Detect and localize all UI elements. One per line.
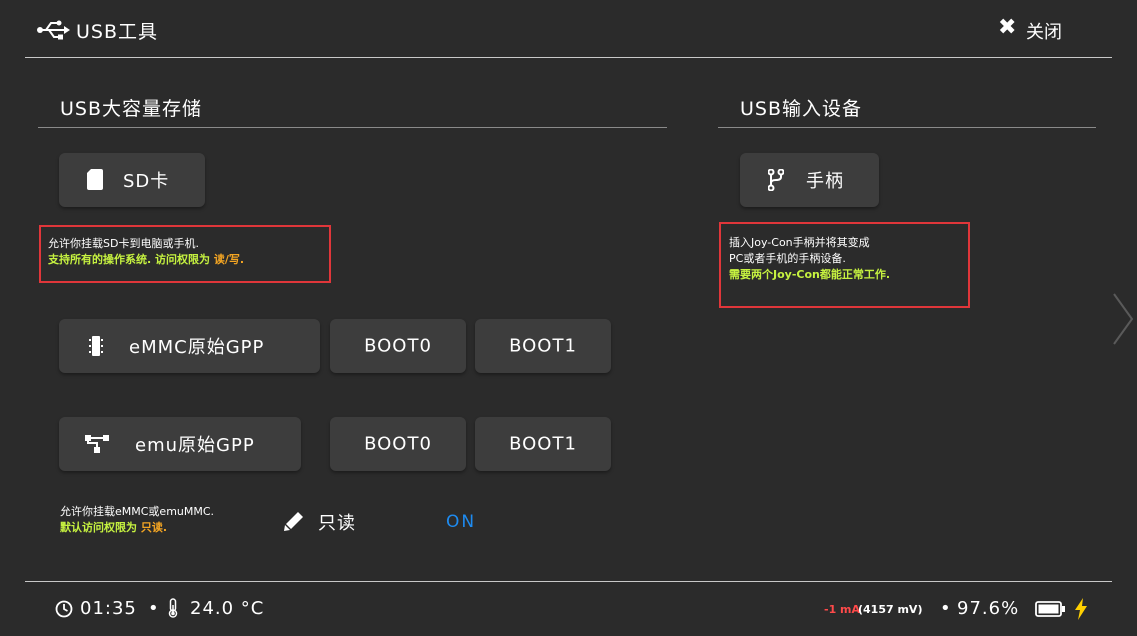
sd-card-button[interactable]: SD卡 xyxy=(59,153,205,207)
emmc-raw-gpp-button[interactable]: eMMC原始GPP xyxy=(59,319,320,373)
battery-voltage: (4157 mV) xyxy=(858,603,923,616)
mass-storage-divider xyxy=(38,127,667,128)
footer-separator: • xyxy=(148,598,159,619)
gamepad-description: 插入Joy-Con手柄并将其变成 PC或者手机的手柄设备. 需要两个Joy-Co… xyxy=(719,222,970,308)
battery-icon xyxy=(1035,601,1065,617)
emu-boot1-label: BOOT1 xyxy=(509,433,577,455)
emu-boot1-button[interactable]: BOOT1 xyxy=(475,417,611,471)
battery-percentage: 97.6% xyxy=(957,598,1020,619)
footer-divider xyxy=(25,581,1112,582)
app-title: USB工具 xyxy=(76,21,159,43)
sd-card-description: 允许你挂载SD卡到电脑或手机. 支持所有的操作系统. 访问权限为 读/写. xyxy=(39,225,331,283)
chevron-right-icon[interactable] xyxy=(1112,292,1134,346)
input-devices-divider xyxy=(718,127,1096,128)
mount-description: 允许你挂载eMMC或emuMMC. 默认访问权限为 只读. xyxy=(60,504,280,536)
usb-icon xyxy=(37,20,70,40)
pencil-icon xyxy=(284,512,303,531)
gamepad-desc-line1: 插入Joy-Con手柄并将其变成 xyxy=(729,236,870,249)
emmc-boot0-button[interactable]: BOOT0 xyxy=(330,319,466,373)
clock-time: 01:35 xyxy=(80,598,137,619)
gamepad-desc-line2: PC或者手机的手柄设备. xyxy=(729,252,846,265)
header-divider xyxy=(25,57,1112,58)
emmc-boot1-button[interactable]: BOOT1 xyxy=(475,319,611,373)
gamepad-label: 手柄 xyxy=(806,171,844,192)
header-bar: USB工具 ✖ 关闭 xyxy=(0,0,1137,58)
gamepad-desc-line3: 需要两个Joy-Con都能正常工作. xyxy=(729,268,891,281)
emu-boot0-button[interactable]: BOOT0 xyxy=(330,417,466,471)
temperature-readout: 24.0 °C xyxy=(190,598,265,619)
close-label: 关闭 xyxy=(1026,22,1062,43)
readonly-value: ON xyxy=(446,512,477,532)
emu-raw-gpp-button[interactable]: emu原始GPP xyxy=(59,417,301,471)
emmc-boot1-label: BOOT1 xyxy=(509,335,577,357)
sd-access-mode: 读/写. xyxy=(213,253,245,266)
mount-desc-line1: 允许你挂载eMMC或emuMMC. xyxy=(60,505,215,518)
input-devices-title: USB输入设备 xyxy=(740,98,863,120)
thermometer-icon xyxy=(168,598,178,618)
emu-boot0-label: BOOT0 xyxy=(364,433,432,455)
sd-desc-line1: 允许你挂载SD卡到电脑或手机. xyxy=(48,237,199,250)
emmc-boot0-label: BOOT0 xyxy=(364,335,432,357)
sd-card-icon xyxy=(87,169,103,190)
close-x-icon: ✖ xyxy=(998,15,1017,40)
chip-icon xyxy=(89,336,103,356)
emu-raw-gpp-label: emu原始GPP xyxy=(135,435,255,456)
gamepad-button[interactable]: 手柄 xyxy=(740,153,879,207)
fork-icon xyxy=(768,169,784,191)
network-icon xyxy=(85,435,109,453)
battery-current: -1 mA xyxy=(824,603,861,616)
readonly-label: 只读 xyxy=(318,513,356,534)
footer-separator: • xyxy=(940,598,951,619)
mount-desc-line2: 默认访问权限为 xyxy=(60,521,141,534)
emmc-raw-gpp-label: eMMC原始GPP xyxy=(129,337,265,358)
clock-icon xyxy=(55,600,73,618)
mass-storage-title: USB大容量存储 xyxy=(60,98,203,120)
readonly-toggle[interactable]: 只读 ON xyxy=(284,507,496,537)
mount-access-mode: 只读. xyxy=(140,521,168,534)
close-button[interactable]: ✖ 关闭 xyxy=(994,14,1084,46)
sd-desc-line2: 支持所有的操作系统. 访问权限为 xyxy=(48,253,214,266)
charging-bolt-icon xyxy=(1075,598,1087,620)
sd-card-label: SD卡 xyxy=(123,171,170,192)
